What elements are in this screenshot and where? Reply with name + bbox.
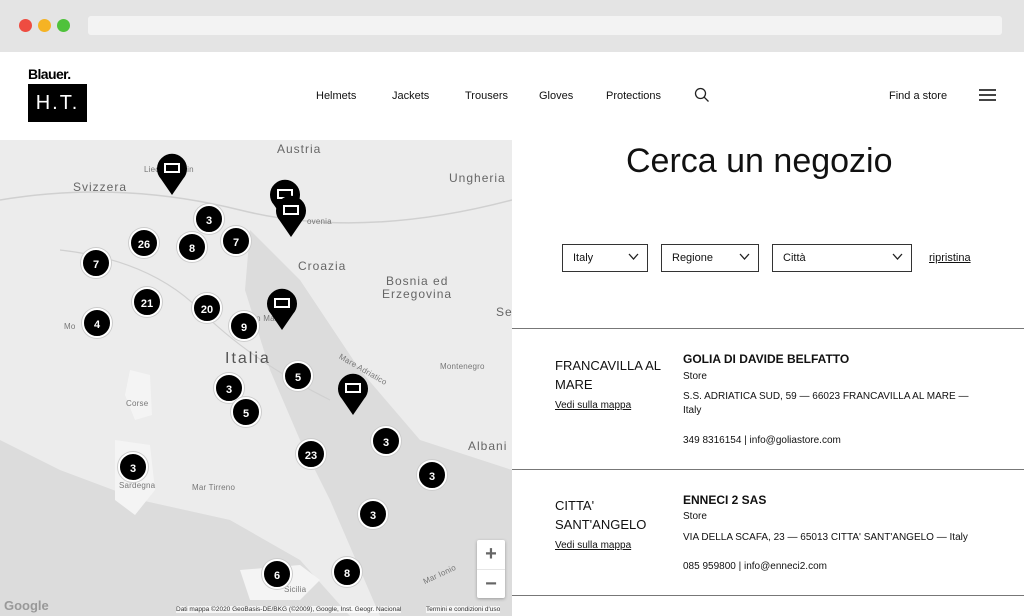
label-mar-tirreno: Mar Tirreno <box>192 483 236 492</box>
store-type: Store <box>683 511 707 522</box>
nav-gloves[interactable]: Gloves <box>539 90 573 102</box>
map-cluster[interactable]: 3 <box>417 460 447 490</box>
store-address: S.S. ADRIATICA SUD, 59 — 66023 FRANCAVIL… <box>683 391 969 416</box>
reset-filters-link[interactable]: ripristina <box>929 252 971 264</box>
label-ungheria: Ungheria <box>449 171 506 185</box>
label-italia: Italia <box>225 350 271 367</box>
store-city: FRANCAVILLA AL MARE <box>555 358 661 392</box>
store-city: CITTA' SANT'ANGELO <box>555 498 647 532</box>
map-cluster[interactable]: 3 <box>194 204 224 234</box>
map-cluster[interactable]: 5 <box>283 361 313 391</box>
divider <box>512 595 1024 596</box>
label-serbia: Se <box>496 305 512 319</box>
store-type: Store <box>683 371 707 382</box>
nav-trousers[interactable]: Trousers <box>465 90 508 102</box>
divider <box>512 469 1024 470</box>
map-terms-link[interactable]: Termini e condizioni d'uso <box>426 606 501 613</box>
label-monaco: Mo <box>64 322 76 331</box>
label-corse: Corse <box>126 399 149 408</box>
city-select[interactable]: Città <box>772 244 912 272</box>
label-montenegro: Montenegro <box>440 362 485 371</box>
view-on-map-link[interactable]: Vedi sulla mappa <box>555 400 631 411</box>
map-cluster[interactable]: 8 <box>177 232 207 262</box>
map-cluster[interactable]: 21 <box>132 287 162 317</box>
store-map[interactable]: Austria Svizzera Ungheria Liechtenstein … <box>0 140 512 616</box>
store-contact[interactable]: 085 959800 | info@enneci2.com <box>683 561 827 572</box>
map-attribution: Dati mappa ©2020 GeoBasis-DE/BKG (©2009)… <box>176 606 402 613</box>
browser-chrome <box>0 0 1024 52</box>
label-sardegna: Sardegna <box>119 481 156 490</box>
logo-box: H.T. <box>28 84 87 122</box>
label-sicilia: Sicilia <box>284 585 307 594</box>
zoom-in-button[interactable]: + <box>477 540 505 569</box>
label-slovenia: ovenia <box>307 217 332 226</box>
map-cluster[interactable]: 3 <box>358 499 388 529</box>
map-cluster[interactable]: 7 <box>221 226 251 256</box>
nav-protections[interactable]: Protections <box>606 90 661 102</box>
region-select-value: Regione <box>672 252 713 264</box>
map-pin-icon[interactable] <box>265 287 299 331</box>
nav-jackets[interactable]: Jackets <box>392 90 429 102</box>
logo-wordmark: Blauer. <box>28 66 71 82</box>
chevron-down-icon <box>628 253 639 260</box>
map-pin-icon[interactable] <box>274 194 308 238</box>
store-finder-panel: Cerca un negozio Italy Regione Città rip… <box>512 140 1024 616</box>
label-albania: Albani <box>468 439 508 453</box>
store-address: VIA DELLA SCAFA, 23 — 65013 CITTA' SANT'… <box>683 532 968 543</box>
map-cluster[interactable]: 9 <box>229 311 259 341</box>
store-name: GOLIA DI DAVIDE BELFATTO <box>683 352 850 366</box>
map-cluster[interactable]: 5 <box>231 397 261 427</box>
city-select-value: Città <box>783 252 806 264</box>
menu-icon[interactable] <box>979 89 996 101</box>
label-austria: Austria <box>277 142 322 156</box>
map-cluster[interactable]: 26 <box>129 228 159 258</box>
map-zoom-control: + − <box>477 540 505 598</box>
map-cluster[interactable]: 6 <box>262 559 292 589</box>
label-svizzera: Svizzera <box>73 180 128 194</box>
google-logo: Google <box>4 598 49 613</box>
map-cluster[interactable]: 4 <box>82 308 112 338</box>
chevron-down-icon <box>739 253 750 260</box>
store-contact[interactable]: 349 8316154 | info@goliastore.com <box>683 435 841 446</box>
map-cluster[interactable]: 8 <box>332 557 362 587</box>
close-window-button[interactable] <box>19 19 32 32</box>
map-cluster[interactable]: 3 <box>118 452 148 482</box>
map-cluster[interactable]: 3 <box>371 426 401 456</box>
label-croazia: Croazia <box>298 259 347 273</box>
minimize-window-button[interactable] <box>38 19 51 32</box>
blauer-logo[interactable]: Blauer. H.T. <box>28 66 88 122</box>
address-bar[interactable] <box>88 16 1002 35</box>
label-bosnia: Bosnia ed <box>386 274 449 288</box>
map-cluster[interactable]: 7 <box>81 248 111 278</box>
country-select-value: Italy <box>573 252 594 264</box>
map-cluster[interactable]: 23 <box>296 439 326 469</box>
map-cluster[interactable]: 20 <box>192 293 222 323</box>
view-on-map-link[interactable]: Vedi sulla mappa <box>555 540 631 551</box>
search-icon[interactable] <box>694 87 710 103</box>
chevron-down-icon <box>892 253 903 260</box>
page-title: Cerca un negozio <box>626 142 893 180</box>
store-name: ENNECI 2 SAS <box>683 493 767 507</box>
map-pin-icon[interactable] <box>155 152 189 196</box>
site-header: Blauer. H.T. Helmets Jackets Trousers Gl… <box>0 52 1024 140</box>
maximize-window-button[interactable] <box>57 19 70 32</box>
map-terrain <box>0 191 512 616</box>
region-select[interactable]: Regione <box>661 244 759 272</box>
nav-helmets[interactable]: Helmets <box>316 90 356 102</box>
find-store-link[interactable]: Find a store <box>889 90 947 102</box>
country-select[interactable]: Italy <box>562 244 648 272</box>
zoom-out-button[interactable]: − <box>477 569 505 598</box>
divider <box>512 328 1024 329</box>
map-pin-icon[interactable] <box>336 372 370 416</box>
label-erzegovina: Erzegovina <box>382 287 453 301</box>
